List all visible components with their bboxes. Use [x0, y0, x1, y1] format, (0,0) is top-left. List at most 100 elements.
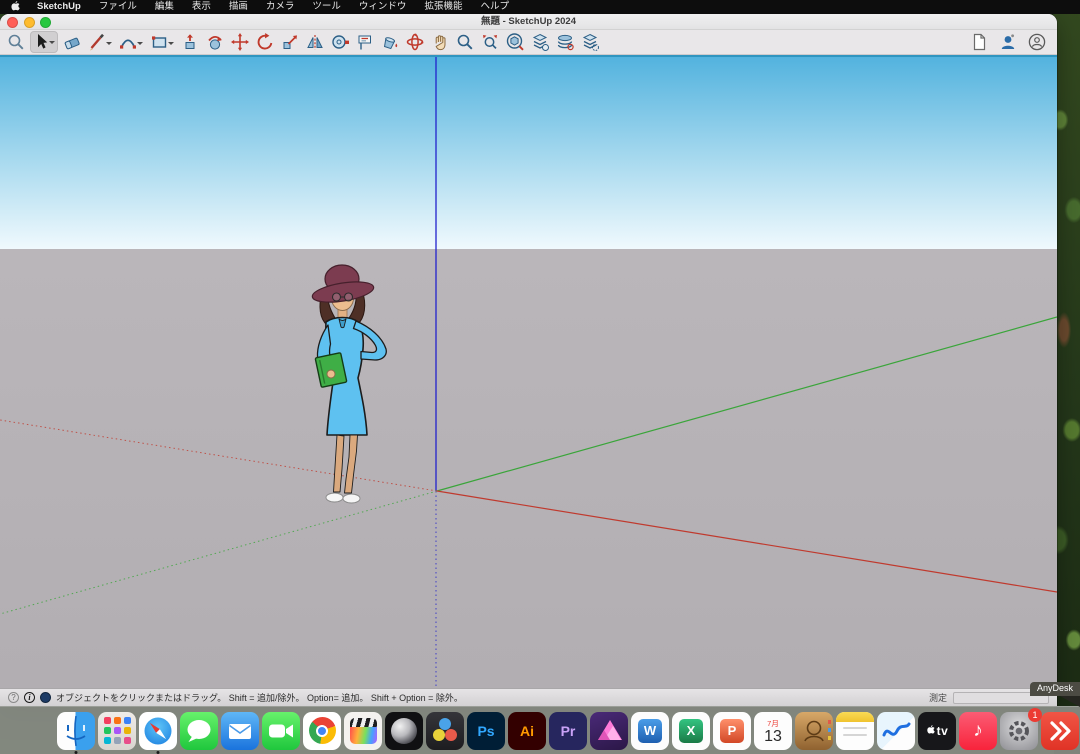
dock-item-messages[interactable]	[180, 712, 218, 750]
close-button[interactable]	[7, 17, 18, 28]
dock-item-chrome[interactable]	[303, 712, 341, 750]
facetime-camera	[262, 712, 300, 750]
powerpoint-icon: P	[713, 712, 751, 750]
tool-rotate[interactable]	[254, 31, 276, 53]
dock-item-music[interactable]: ♪	[959, 712, 997, 750]
dock-item-final-cut-pro[interactable]	[344, 712, 382, 750]
dock-item-finder[interactable]	[57, 712, 95, 750]
dock-item-illustrator[interactable]: Ai	[508, 712, 546, 750]
tool-styles[interactable]	[554, 31, 576, 53]
excel-icon: X	[672, 712, 710, 750]
tool-zoom-extents[interactable]	[479, 31, 501, 53]
tool-move[interactable]	[229, 31, 251, 53]
dock-item-word[interactable]: W	[631, 712, 669, 750]
tool-push-pull[interactable]	[179, 31, 201, 53]
sky	[0, 55, 1057, 249]
fullscreen-button[interactable]	[40, 17, 51, 28]
dock-item-davinci-resolve[interactable]	[426, 712, 464, 750]
dock-item-notes[interactable]	[836, 712, 874, 750]
tool-paint-bucket[interactable]	[379, 31, 401, 53]
menu-help[interactable]: ヘルプ	[471, 0, 518, 14]
dock-item-calendar[interactable]: 7月 13	[754, 712, 792, 750]
dock-item-freeform[interactable]	[877, 712, 915, 750]
apple-menu[interactable]	[0, 1, 28, 13]
tool-pan[interactable]	[429, 31, 451, 53]
dock-item-launchpad[interactable]	[98, 712, 136, 750]
zoom-extents-icon	[480, 32, 500, 52]
tool-line[interactable]	[86, 31, 114, 53]
dock-item-excel[interactable]: X	[672, 712, 710, 750]
minimize-button[interactable]	[24, 17, 35, 28]
dock-item-compressor[interactable]	[385, 712, 423, 750]
messages-bubble	[180, 712, 218, 750]
status-hint-text: オブジェクトをクリックまたはドラッグ。 Shift = 追加/除外。 Optio…	[56, 691, 463, 704]
viewport-canvas[interactable]	[0, 55, 1057, 688]
tool-arc[interactable]	[117, 31, 145, 53]
menu-bar: SketchUp ファイル 編集 表示 描画 カメラ ツール ウィンドウ 拡張機…	[0, 0, 1080, 14]
zoom-icon	[455, 32, 475, 52]
tool-zoom[interactable]	[454, 31, 476, 53]
dock-item-mail[interactable]	[221, 712, 259, 750]
search-icon	[6, 32, 26, 52]
tool-eraser[interactable]	[61, 31, 83, 53]
menu-sketchup[interactable]: SketchUp	[28, 0, 90, 14]
dock-item-photoshop[interactable]: Ps	[467, 712, 505, 750]
geolocation-status-icon[interactable]	[40, 692, 51, 703]
dock-item-facetime[interactable]	[262, 712, 300, 750]
pencil-icon	[87, 32, 107, 52]
tool-scale[interactable]	[279, 31, 301, 53]
dock-item-system-settings[interactable]: 1	[1000, 712, 1038, 750]
contacts-icon	[795, 712, 833, 750]
desktop-wallpaper	[1054, 0, 1080, 754]
tool-text[interactable]	[354, 31, 376, 53]
dock-item-powerpoint[interactable]: P	[713, 712, 751, 750]
dock-item-anydesk[interactable]	[1041, 712, 1079, 750]
orbit-icon	[405, 32, 425, 52]
menu-view[interactable]: 表示	[183, 0, 220, 14]
menu-camera[interactable]: カメラ	[257, 0, 304, 14]
anydesk-overlay-label[interactable]: AnyDesk	[1030, 682, 1080, 696]
rectangle-shape-icon	[149, 32, 169, 52]
dock-item-apple-tv[interactable]: tv	[918, 712, 956, 750]
apple-glyph	[926, 725, 935, 736]
tool-tape-measure[interactable]	[329, 31, 351, 53]
menu-extensions[interactable]: 拡張機能	[415, 0, 471, 14]
rotate-icon	[255, 32, 275, 52]
tool-share-component[interactable]	[529, 31, 551, 53]
tool-select[interactable]	[30, 31, 58, 53]
new-document-button[interactable]	[968, 31, 990, 53]
menu-tools[interactable]: ツール	[303, 0, 350, 14]
facetime-icon	[262, 712, 300, 750]
menu-draw[interactable]: 描画	[220, 0, 257, 14]
document-icon	[969, 32, 989, 52]
tool-orbit[interactable]	[404, 31, 426, 53]
dock-item-safari[interactable]	[139, 712, 177, 750]
move-icon	[230, 32, 250, 52]
dock-item-contacts[interactable]	[795, 712, 833, 750]
account-button[interactable]	[997, 31, 1019, 53]
info-status-icon[interactable]: i	[24, 692, 35, 703]
menu-window[interactable]: ウィンドウ	[350, 0, 416, 14]
help-status-icon[interactable]: ?	[8, 692, 19, 703]
resolve-balls	[426, 712, 464, 750]
premiere-label: Pr	[561, 723, 576, 739]
tool-search-3d-warehouse[interactable]	[504, 31, 526, 53]
tool-share-model[interactable]	[579, 31, 601, 53]
freeform-squiggle	[877, 712, 915, 750]
model-viewport[interactable]	[0, 55, 1057, 688]
tool-follow-me[interactable]	[204, 31, 226, 53]
dock-item-affinity[interactable]	[590, 712, 628, 750]
tv-label: tv	[937, 724, 949, 738]
layers-upload-icon	[530, 32, 550, 52]
tool-flip[interactable]	[304, 31, 326, 53]
dock-item-premiere-pro[interactable]: Pr	[549, 712, 587, 750]
title-bar[interactable]: 無題 - SketchUp 2024	[0, 14, 1057, 30]
help-button[interactable]	[1026, 31, 1048, 53]
menu-edit[interactable]: 編集	[146, 0, 183, 14]
menu-file[interactable]: ファイル	[90, 0, 146, 14]
tool-shapes[interactable]	[148, 31, 176, 53]
tool-search[interactable]	[5, 31, 27, 53]
apple-tv-icon: tv	[918, 712, 956, 750]
tape-measure-icon	[330, 32, 350, 52]
sketchup-window: 無題 - SketchUp 2024	[0, 14, 1057, 706]
